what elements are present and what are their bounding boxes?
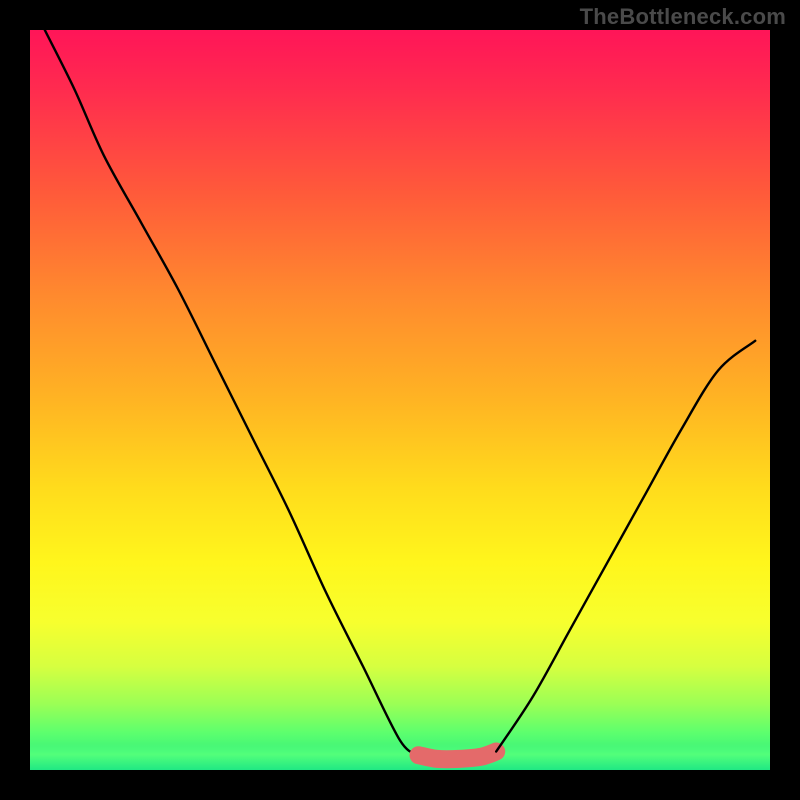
chart-frame: TheBottleneck.com <box>0 0 800 800</box>
watermark-text: TheBottleneck.com <box>580 4 786 30</box>
plot-area <box>30 30 770 770</box>
right-curve <box>496 341 755 752</box>
curve-layer <box>30 30 770 770</box>
left-curve <box>45 30 419 755</box>
flat-zone <box>419 752 497 760</box>
